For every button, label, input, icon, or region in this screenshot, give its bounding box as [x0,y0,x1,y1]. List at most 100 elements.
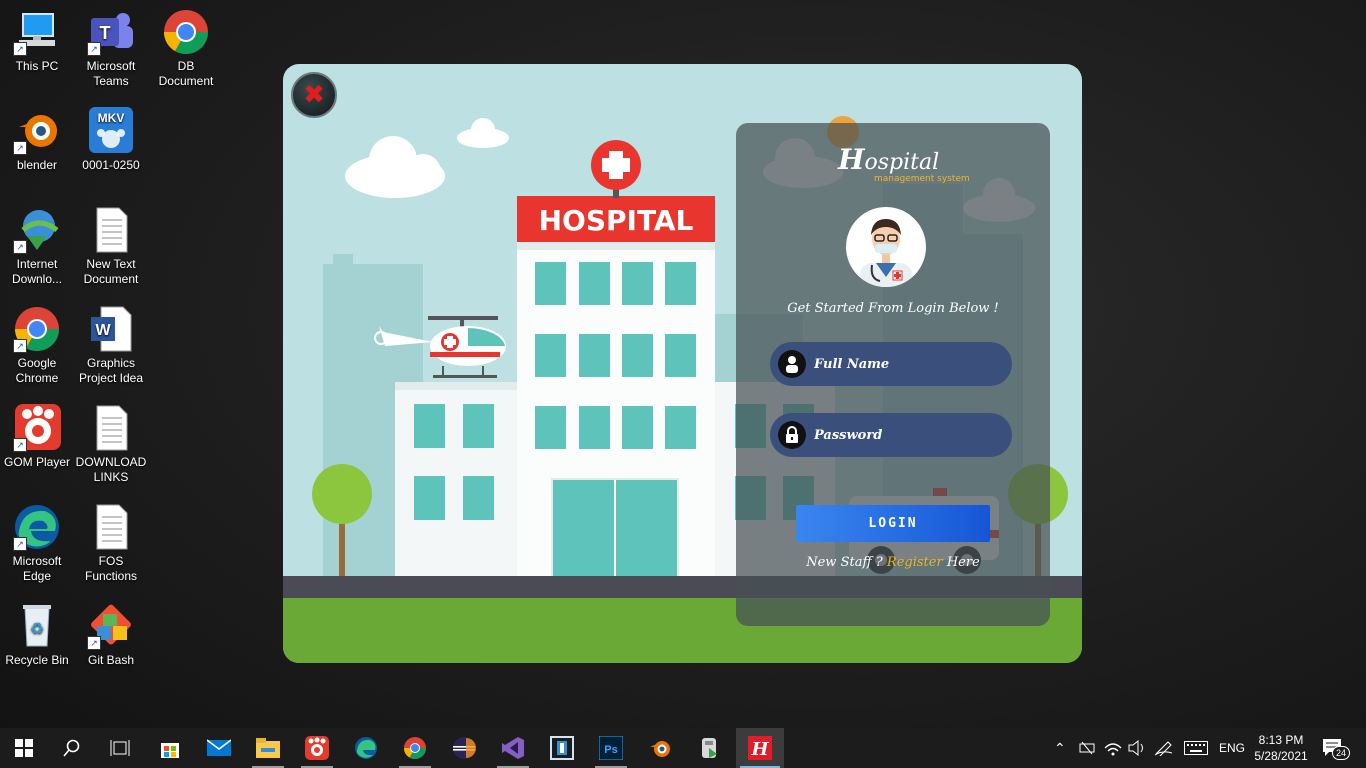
show-hidden-icons-button[interactable]: ⌃ [1054,728,1066,768]
login-button[interactable]: LOGIN [796,505,990,542]
photoshop-icon: Ps [599,736,623,760]
tray-pen[interactable] [1154,728,1174,768]
desktop-icon-db-document[interactable]: DB Document [149,8,223,89]
desktop-icon-fos-functions[interactable]: FOS Functions [74,503,148,584]
full-name-input[interactable] [812,355,1006,373]
icon-label: Google Chrome [15,356,59,385]
taskbar-gom[interactable] [293,728,341,768]
desktop-icon-download-links[interactable]: DOWNLOAD LINKS [74,404,148,485]
mkv-file-icon: MKV [87,107,135,155]
icon-label: New Text Document [83,257,139,286]
close-icon: ✖ [303,80,325,110]
text-document-icon [87,503,135,551]
tray-keyboard[interactable] [1184,728,1208,768]
taskbar-hospital-app[interactable]: H [736,728,784,768]
app-icon [550,736,574,760]
pen-workspace-icon [1154,741,1173,756]
password-input[interactable] [812,426,1006,444]
desktop-icon-idm[interactable]: ↗ Internet Downlo... [0,206,74,287]
desktop-icon-blender[interactable]: ↗ blender [0,107,74,173]
notification-center-button[interactable]: 24 [1322,728,1351,768]
password-field[interactable] [770,413,1012,457]
taskbar-store[interactable] [146,728,194,768]
clock-time: 8:13 PM [1258,733,1304,747]
svg-text:T: T [100,23,111,43]
desktop-icon-chrome[interactable]: ↗ Google Chrome [0,305,74,386]
desktop-icon-graphics-project[interactable]: W Graphics Project Idea [74,305,148,386]
gom-icon [305,736,329,760]
clock[interactable]: 8:13 PM 5/28/2021 [1254,728,1308,768]
edge-icon: ↗ [13,503,61,551]
desktop-icon-mkv[interactable]: MKV 0001-0250 [74,107,148,173]
blender-icon: ↗ [13,107,61,155]
login-panel: Hospital management system Get Started F… [736,123,1050,626]
taskbar-installer[interactable] [685,728,733,768]
search-button[interactable] [48,728,96,768]
taskbar-mail[interactable] [195,728,243,768]
teams-icon: T ↗ [87,8,135,56]
taskbar-eclipse[interactable] [440,728,488,768]
start-button[interactable] [0,728,48,768]
icon-label: Microsoft Edge [12,554,62,583]
brand-title: Hospital [838,143,939,176]
desktop-icon-new-text[interactable]: New Text Document [74,206,148,287]
register-link[interactable]: Register [887,555,943,570]
mail-icon [207,739,231,756]
keyboard-icon [1184,741,1208,755]
icon-label: This PC [15,59,59,73]
store-icon [161,743,179,758]
notification-count: 24 [1332,746,1351,760]
language-indicator[interactable]: ENG [1219,728,1245,768]
icon-label: GOM Player [3,455,70,469]
task-view-button[interactable] [96,728,144,768]
chrome-icon [404,737,426,759]
taskbar-file-explorer[interactable] [244,728,292,768]
chrome-icon [162,8,210,56]
hospital-login-window: HOSPITAL ✖ Hospital management system Ge… [283,64,1082,663]
desktop-icon-gom-player[interactable]: ↗ GOM Player [0,404,74,470]
brand-rest: ospital [864,150,940,175]
taskbar-chrome[interactable] [391,728,439,768]
svg-text:♻: ♻ [30,621,44,638]
icon-label: Git Bash [87,653,135,667]
svg-text:Ps: Ps [604,744,617,756]
icon-label: Recycle Bin [5,653,69,667]
tray-volume[interactable] [1128,728,1146,768]
desktop-icon-this-pc[interactable]: ↗ This PC [0,8,74,74]
brand-letter: H [838,143,865,176]
desktop-icon-recycle-bin[interactable]: ♻ Recycle Bin [0,602,74,668]
svg-text:W: W [95,322,111,339]
installer-icon [702,738,717,758]
tray-network-status[interactable] [1078,728,1098,768]
wifi-icon [1104,743,1122,756]
chrome-icon: ↗ [13,305,61,353]
lock-icon [778,421,806,449]
taskbar-visual-studio[interactable] [489,728,537,768]
taskbar-app[interactable] [538,728,586,768]
internet-download-manager-icon: ↗ [13,206,61,254]
gom-player-icon: ↗ [13,404,61,452]
recycle-bin-icon: ♻ [13,602,61,650]
icon-label: DOWNLOAD LINKS [75,455,147,484]
taskbar-blender[interactable] [636,728,684,768]
icon-label: Internet Downlo... [11,257,63,286]
close-button[interactable]: ✖ [291,72,337,118]
desktop-icon-teams[interactable]: T ↗ Microsoft Teams [74,8,148,89]
git-bash-icon: ↗ [87,602,135,650]
volume-icon [1128,740,1143,756]
taskbar-edge[interactable] [342,728,390,768]
hospital-app-icon: H [748,736,772,760]
eclipse-icon [453,737,476,759]
taskbar-photoshop[interactable]: Ps [587,728,635,768]
icon-label: blender [16,158,58,172]
icon-label: DB Document [158,59,214,88]
full-name-field[interactable] [770,342,1012,386]
task-view-icon [110,740,130,756]
svg-text:H: H [750,739,769,760]
desktop-icon-git-bash[interactable]: ↗ Git Bash [74,602,148,668]
icon-label: FOS Functions [84,554,138,583]
icon-label: 0001-0250 [82,158,140,172]
clock-date: 5/28/2021 [1254,749,1308,763]
tray-wifi[interactable] [1104,728,1122,768]
desktop-icon-edge[interactable]: ↗ Microsoft Edge [0,503,74,584]
